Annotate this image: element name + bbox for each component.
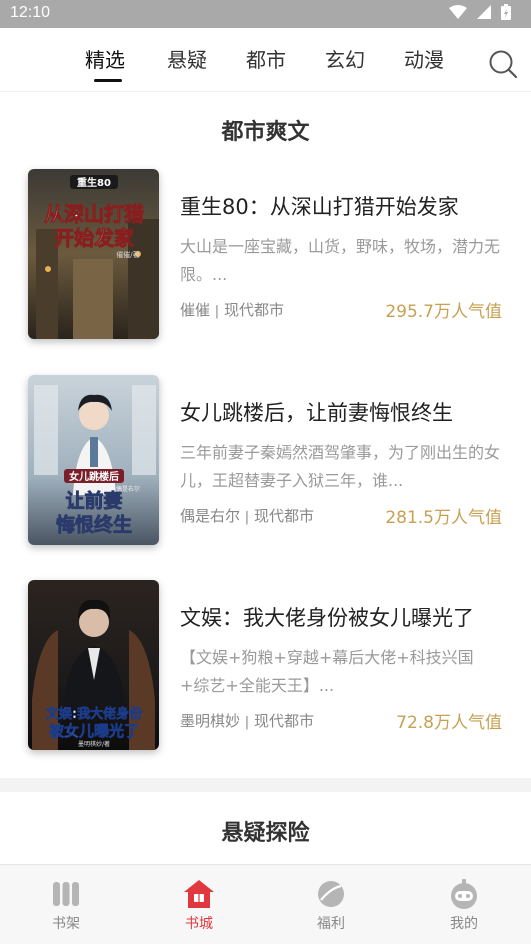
cover-author: 墨明棋妙/著 — [78, 740, 110, 748]
bookstore-icon — [184, 880, 214, 908]
book-author: 催催 — [180, 301, 211, 319]
book-cover[interactable]: 女儿跳楼后 偶是右尔 让前妻 悔恨终生 — [28, 375, 159, 545]
book-meta: 催催 | 现代都市 — [180, 299, 284, 320]
nav-label: 我的 — [450, 916, 478, 932]
section-divider — [0, 778, 531, 792]
book-popularity: 295.7万人气值 — [385, 302, 502, 322]
cover-line-2: 被女儿曝光了 — [49, 722, 139, 740]
nav-item-profile[interactable]: 我的 — [398, 865, 530, 945]
cover-line-2: 从深山打猎 — [44, 202, 144, 226]
bookshelf-icon — [53, 882, 79, 906]
tab-suspense[interactable]: 悬疑 — [167, 47, 207, 73]
tab-featured[interactable]: 精选 — [85, 47, 125, 73]
book-item[interactable]: 文娱:我大佬身份 被女儿曝光了 墨明棋妙/著 文娱：我大佬身份被女儿曝光了 【文… — [0, 580, 531, 752]
nav-item-bookshelf[interactable]: 书架 — [0, 865, 132, 945]
nav-label: 福利 — [317, 916, 345, 932]
meta-separator: | — [244, 715, 250, 730]
book-author: 墨明棋妙 — [180, 712, 241, 730]
welfare-icon — [318, 881, 344, 907]
meta-separator: | — [244, 510, 250, 525]
wifi-icon — [449, 5, 467, 19]
status-bar: 12:10 — [0, 0, 531, 28]
book-item[interactable]: 重生80 从深山打猎 开始发家 催催/著 重生80：从深山打猎开始发家 大山是一… — [0, 169, 531, 341]
book-description: 大山是一座宝藏，山货，野味，牧场，潜力无限。... — [180, 237, 501, 284]
nav-item-welfare[interactable]: 福利 — [265, 865, 397, 945]
active-tab-indicator — [94, 79, 122, 82]
nav-label: 书城 — [185, 916, 213, 932]
cover-line-1: 重生80 — [77, 176, 111, 189]
cover-line-1: 女儿跳楼后 — [69, 470, 119, 483]
category-tabs: 精选 悬疑 都市 玄幻 动漫 — [0, 28, 531, 92]
book-description: 【文娱+狗粮+穿越+幕后大佬+科技兴国+综艺+全能天王】... — [180, 648, 474, 695]
book-category: 现代都市 — [253, 507, 314, 525]
book-description: 三年前妻子秦嫣然酒驾肇事，为了刚出生的女儿，王超替妻子入狱三年，谁... — [180, 443, 501, 490]
book-category: 现代都市 — [223, 301, 284, 319]
section-title-urban: 都市爽文 — [221, 120, 310, 145]
book-cover[interactable]: 文娱:我大佬身份 被女儿曝光了 墨明棋妙/著 — [28, 580, 159, 750]
signal-icon — [477, 5, 491, 19]
cover-line-3: 悔恨终生 — [56, 513, 132, 536]
cover-line-1: 文娱:我大佬身份 — [46, 706, 143, 722]
book-category: 现代都市 — [253, 712, 314, 730]
nav-label: 书架 — [52, 916, 80, 932]
book-title[interactable]: 女儿跳楼后，让前妻悔恨终生 — [180, 397, 520, 427]
bottom-navigation: 书架 书城 福利 我的 — [0, 864, 531, 944]
battery-icon — [501, 4, 511, 20]
tab-urban[interactable]: 都市 — [246, 47, 286, 73]
cover-line-3: 开始发家 — [54, 226, 135, 250]
section-title-suspense: 悬疑探险 — [221, 821, 310, 846]
book-cover[interactable]: 重生80 从深山打猎 开始发家 催催/著 — [28, 169, 159, 339]
meta-separator: | — [214, 304, 220, 319]
status-time: 12:10 — [10, 4, 51, 21]
book-author: 偶是右尔 — [180, 507, 241, 525]
book-item[interactable]: 女儿跳楼后 偶是右尔 让前妻 悔恨终生 女儿跳楼后，让前妻悔恨终生 三年前妻子秦… — [0, 375, 531, 547]
book-meta: 墨明棋妙 | 现代都市 — [180, 710, 314, 731]
profile-icon — [451, 879, 477, 909]
book-meta: 偶是右尔 | 现代都市 — [180, 505, 314, 526]
book-popularity: 281.5万人气值 — [385, 508, 502, 528]
nav-item-bookstore[interactable]: 书城 — [133, 865, 265, 945]
book-title[interactable]: 文娱：我大佬身份被女儿曝光了 — [180, 602, 520, 632]
cover-author: 催催/著 — [116, 250, 139, 259]
book-popularity: 72.8万人气值 — [396, 713, 502, 733]
book-title[interactable]: 重生80：从深山打猎开始发家 — [180, 191, 520, 221]
cover-line-2: 让前妻 — [65, 489, 122, 512]
tab-fantasy[interactable]: 玄幻 — [325, 47, 365, 73]
search-icon[interactable] — [488, 49, 518, 79]
status-icons — [449, 4, 511, 20]
tab-anime[interactable]: 动漫 — [404, 47, 444, 73]
